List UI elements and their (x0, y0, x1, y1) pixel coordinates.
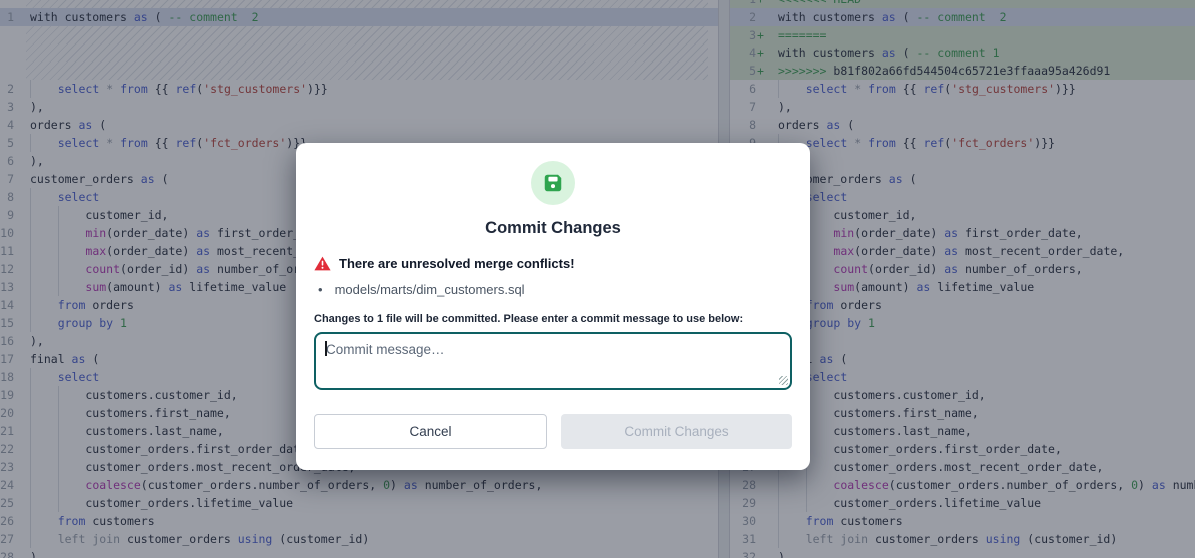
ide-screen: 1with customers as ( -- comment 22 selec… (0, 0, 1195, 558)
textarea-resize-handle[interactable] (779, 376, 788, 385)
list-bullet: • (318, 282, 323, 297)
commit-instructions: Changes to 1 file will be committed. Ple… (314, 313, 792, 326)
warning-text: There are unresolved merge conflicts! (339, 256, 575, 271)
cancel-button[interactable]: Cancel (314, 414, 547, 449)
conflicted-file-item: • models/marts/dim_customers.sql (318, 281, 792, 297)
commit-message-input[interactable] (314, 332, 792, 390)
floppy-disk-icon (542, 172, 564, 194)
merge-conflict-warning: There are unresolved merge conflicts! (314, 255, 792, 271)
warning-triangle-icon (314, 256, 331, 271)
commit-changes-button[interactable]: Commit Changes (561, 414, 792, 449)
text-cursor (325, 341, 327, 356)
commit-message-field-wrap (314, 332, 792, 390)
save-icon-badge (531, 161, 575, 205)
conflicted-file-path: models/marts/dim_customers.sql (335, 282, 525, 297)
modal-buttons: Cancel Commit Changes (314, 414, 792, 449)
commit-changes-modal: Commit Changes There are unresolved merg… (296, 143, 810, 470)
modal-title: Commit Changes (296, 218, 810, 239)
